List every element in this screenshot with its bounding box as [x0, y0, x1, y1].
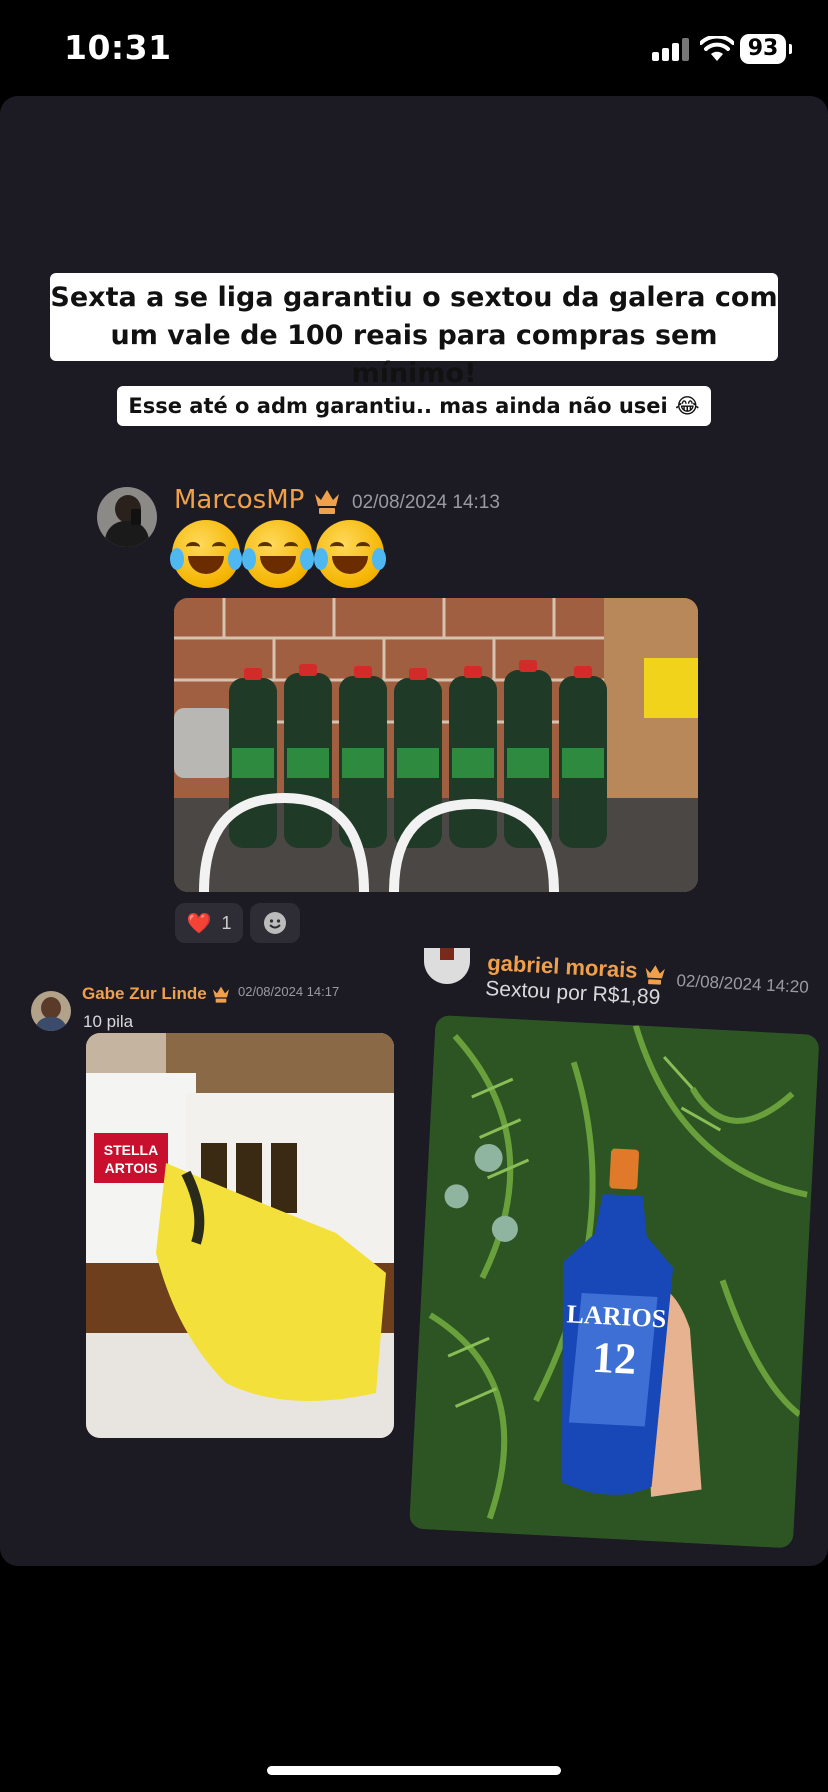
home-indicator[interactable]	[267, 1766, 561, 1775]
add-reaction-icon	[264, 912, 286, 934]
tears-of-joy-icon	[314, 520, 386, 588]
timestamp: 02/08/2024 14:13	[352, 492, 500, 513]
reaction-count: 1	[221, 912, 232, 933]
post-photo-beer-pack[interactable]: STELLA ARTOIS	[86, 1033, 394, 1438]
svg-text:LARIOS: LARIOS	[566, 1299, 667, 1333]
sub-caption: Esse até o adm garantiu.. mas ainda não …	[117, 386, 711, 426]
beer-photo-image: STELLA ARTOIS	[86, 1033, 394, 1438]
svg-text:12: 12	[591, 1333, 638, 1384]
message-text: 10 pila	[83, 1012, 134, 1031]
crown-vip-icon	[213, 986, 229, 1003]
tears-of-joy-icon	[242, 520, 314, 588]
post-photo-gin-bottle[interactable]: LARIOS 12	[409, 1015, 820, 1549]
avatar[interactable]	[97, 487, 157, 547]
laughing-emoji-row	[170, 520, 386, 590]
username[interactable]: Gabe Zur Linde	[82, 984, 207, 1004]
main-caption: Sexta a se liga garantiu o sextou da gal…	[50, 273, 778, 389]
battery-icon: 93	[740, 34, 792, 64]
status-bar: 10:31 93	[0, 0, 828, 96]
wifi-icon	[700, 36, 734, 61]
brick-wall-image	[174, 598, 698, 892]
gin-photo-image: LARIOS 12	[409, 1015, 820, 1549]
svg-text:STELLA: STELLA	[104, 1142, 158, 1158]
heart-icon: ❤️	[186, 912, 212, 935]
username[interactable]: MarcosMP	[174, 485, 304, 515]
clock: 10:31	[64, 28, 172, 67]
crown-vip-icon	[315, 490, 339, 514]
avatar[interactable]	[31, 991, 71, 1031]
add-reaction-button[interactable]	[250, 903, 300, 943]
heart-reaction-button[interactable]: ❤️ 1	[175, 903, 243, 943]
timestamp: 02/08/2024 14:17	[238, 984, 340, 999]
svg-text:ARTOIS: ARTOIS	[105, 1160, 158, 1176]
tears-of-joy-icon	[170, 520, 242, 588]
signal-icon	[652, 37, 692, 61]
crown-vip-icon	[645, 965, 665, 985]
post-photo-soda-bottles[interactable]	[174, 598, 698, 892]
